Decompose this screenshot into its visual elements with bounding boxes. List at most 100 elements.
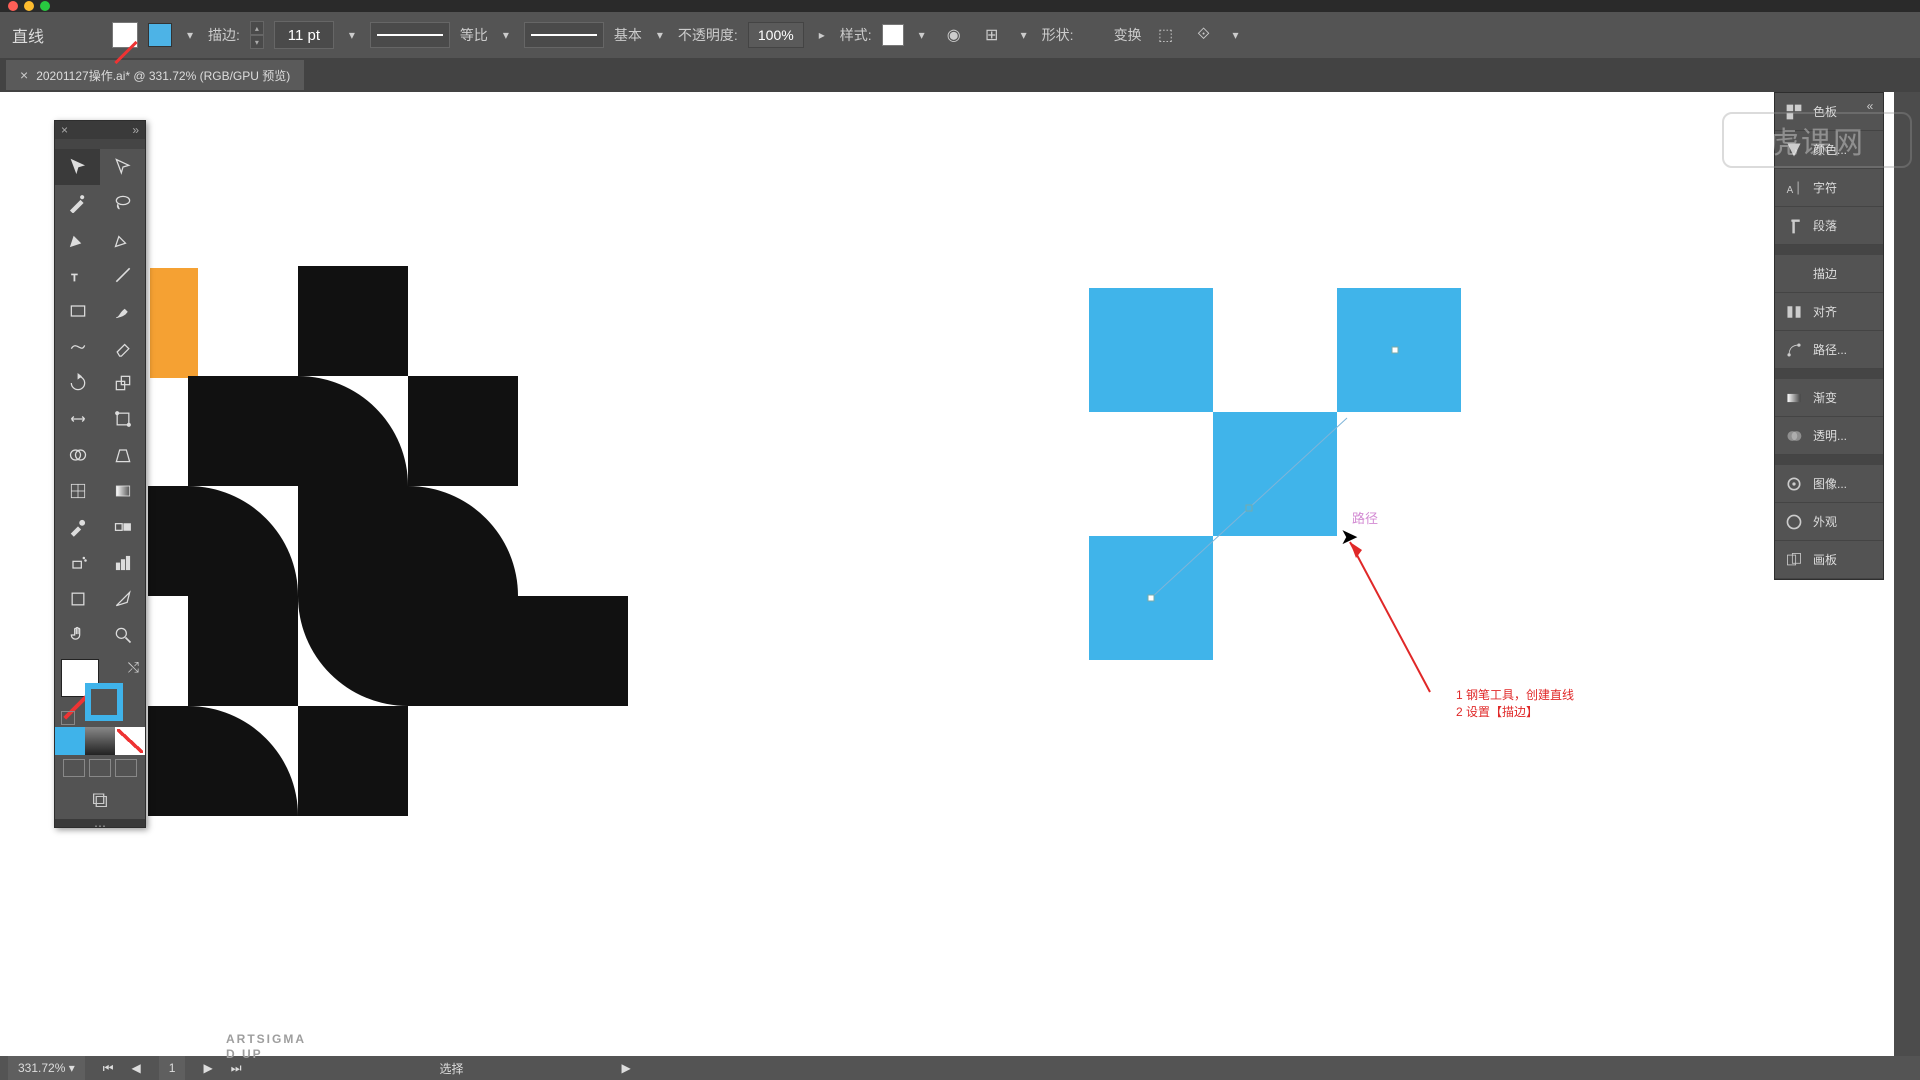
pen-tool[interactable]	[55, 221, 100, 257]
stroke-icon	[1785, 265, 1803, 283]
artboard-select[interactable]: 1	[159, 1056, 186, 1080]
swatch-dropdown-icon[interactable]: ▾	[182, 25, 198, 45]
panel-grad[interactable]: 渐变	[1775, 379, 1883, 417]
document-tab[interactable]: × 20201127操作.ai* @ 331.72% (RGB/GPU 预览)	[6, 60, 304, 90]
status-play-icon[interactable]: ▶	[622, 1061, 631, 1075]
panel-label: 描边	[1813, 265, 1837, 282]
default-fill-stroke-icon[interactable]	[61, 711, 75, 725]
graph-tool[interactable]	[100, 545, 145, 581]
panel-char[interactable]: A字符	[1775, 169, 1883, 207]
free-transform-tool[interactable]	[100, 401, 145, 437]
style-swatch[interactable]	[882, 24, 904, 46]
blend-tool[interactable]	[100, 509, 145, 545]
status-mode-label: 选择	[440, 1060, 464, 1077]
symbol-sprayer-tool[interactable]	[55, 545, 100, 581]
perspective-tool[interactable]	[100, 437, 145, 473]
trans-icon	[1785, 427, 1803, 445]
stroke-weight-input[interactable]: 11 pt	[274, 21, 334, 49]
curvature-tool[interactable]	[100, 221, 145, 257]
selection-tool[interactable]	[55, 149, 100, 185]
screen-mode-button[interactable]: ⧉	[55, 781, 145, 819]
dash-dropdown-icon[interactable]: ▾	[498, 25, 514, 45]
slice-tool[interactable]	[100, 581, 145, 617]
tools-panel-header[interactable]: × »	[55, 121, 145, 139]
color-mode-solid[interactable]	[55, 727, 85, 755]
draw-behind-icon[interactable]	[89, 759, 111, 777]
rectangle-tool[interactable]	[55, 293, 100, 329]
shape-builder-tool[interactable]	[55, 437, 100, 473]
line-tool[interactable]	[100, 257, 145, 293]
color-mode-none[interactable]	[115, 727, 145, 755]
lasso-tool[interactable]	[100, 185, 145, 221]
prefs-dropdown-icon[interactable]: ▾	[1228, 25, 1244, 45]
zoom-select[interactable]: 331.72% ▾	[8, 1056, 85, 1080]
vertical-scrollbar[interactable]	[1894, 92, 1920, 1056]
style-dropdown-icon[interactable]: ▾	[914, 25, 930, 45]
hand-tool[interactable]	[55, 617, 100, 653]
tools-menu-icon[interactable]: »	[132, 123, 139, 137]
panel-trans[interactable]: 透明...	[1775, 417, 1883, 455]
tab-close-icon[interactable]: ×	[20, 67, 28, 83]
minimize-dot[interactable]	[24, 1, 34, 11]
type-tool[interactable]: T	[55, 257, 100, 293]
tools-panel: × » T	[54, 120, 146, 828]
artboard-tool[interactable]	[55, 581, 100, 617]
gradient-tool[interactable]	[100, 473, 145, 509]
recolor-icon[interactable]: ◉	[940, 21, 968, 49]
fill-swatch[interactable]	[112, 22, 138, 48]
tools-close-icon[interactable]: ×	[61, 123, 68, 137]
panel-separator	[1775, 245, 1883, 255]
nav-prev-icon[interactable]: ◀	[132, 1061, 141, 1075]
stroke-color-box[interactable]	[85, 683, 123, 721]
stroke-profile-select[interactable]	[524, 22, 604, 48]
mesh-tool[interactable]	[55, 473, 100, 509]
panel-para[interactable]: 段落	[1775, 207, 1883, 245]
panel-img[interactable]: 图像...	[1775, 465, 1883, 503]
zoom-tool[interactable]	[100, 617, 145, 653]
opacity-input[interactable]: 100%	[748, 22, 804, 48]
para-icon	[1785, 217, 1803, 235]
magic-wand-tool[interactable]	[55, 185, 100, 221]
rotate-tool[interactable]	[55, 365, 100, 401]
tools-edit-icon[interactable]: ⋯	[55, 819, 145, 827]
canvas[interactable]: 路径 ➤ 1 钢笔工具，创建直线 2 设置【描边】 ARTSIGMA D UP	[0, 92, 1894, 1056]
stroke-swatch[interactable]	[148, 23, 172, 47]
panel-align[interactable]: 对齐	[1775, 293, 1883, 331]
panel-artb[interactable]: 画板	[1775, 541, 1883, 579]
align-icon[interactable]: ⊞	[978, 21, 1006, 49]
stroke-spinner[interactable]: ▴▾	[250, 21, 264, 49]
tab-title: 20201127操作.ai* @ 331.72% (RGB/GPU 预览)	[36, 67, 290, 84]
nav-next-icon[interactable]: ▶	[203, 1061, 212, 1075]
path-icon	[1785, 341, 1803, 359]
maximize-dot[interactable]	[40, 1, 50, 11]
paintbrush-tool[interactable]	[100, 293, 145, 329]
nav-first-icon[interactable]: ⏮	[103, 1061, 114, 1076]
width-tool[interactable]	[55, 401, 100, 437]
fill-stroke-control[interactable]: ⤭	[55, 653, 145, 727]
prefs-icon[interactable]: ⟐	[1190, 21, 1218, 49]
panel-appear[interactable]: 外观	[1775, 503, 1883, 541]
isolate-icon[interactable]: ⬚	[1152, 21, 1180, 49]
opacity-label: 不透明度:	[678, 25, 738, 45]
tools-grip[interactable]	[55, 139, 145, 149]
draw-normal-icon[interactable]	[63, 759, 85, 777]
color-mode-gradient[interactable]	[85, 727, 115, 755]
close-dot[interactable]	[8, 1, 18, 11]
opacity-dropdown-icon[interactable]: ▸	[814, 25, 830, 45]
stroke-dash-select[interactable]	[370, 22, 450, 48]
style-label: 样式:	[840, 25, 872, 45]
swap-fill-stroke-icon[interactable]: ⤭	[128, 659, 139, 676]
profile-dropdown-icon[interactable]: ▾	[652, 25, 668, 45]
panel-path[interactable]: 路径...	[1775, 331, 1883, 369]
eyedropper-tool[interactable]	[55, 509, 100, 545]
stroke-label: 描边:	[208, 25, 240, 45]
nav-last-icon[interactable]: ⏭	[231, 1061, 242, 1076]
shaper-tool[interactable]	[55, 329, 100, 365]
stroke-weight-dropdown-icon[interactable]: ▾	[344, 25, 360, 45]
panel-stroke[interactable]: 描边	[1775, 255, 1883, 293]
direct-selection-tool[interactable]	[100, 149, 145, 185]
scale-tool[interactable]	[100, 365, 145, 401]
align-dropdown-icon[interactable]: ▾	[1016, 25, 1032, 45]
draw-inside-icon[interactable]	[115, 759, 137, 777]
eraser-tool[interactable]	[100, 329, 145, 365]
